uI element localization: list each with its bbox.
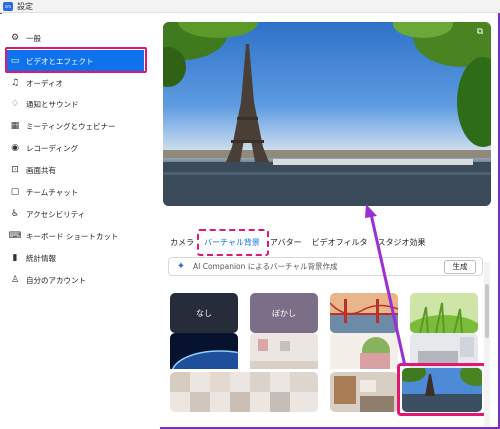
gear-icon: ⚙	[10, 33, 20, 43]
tab-video-filter[interactable]: ビデオフィルタ	[312, 237, 368, 248]
ai-sparkle-icon: ✦	[176, 260, 186, 272]
sidebar-item-label: 一般	[26, 33, 41, 43]
sidebar-item-account[interactable]: ♙ 自分のアカウント	[10, 271, 145, 289]
room-2-image	[330, 333, 398, 369]
expand-icon[interactable]: ⧉	[475, 27, 485, 37]
sidebar-item-label: アクセシビリティ	[26, 209, 86, 219]
sidebar-item-label: チームチャット	[26, 187, 79, 197]
background-tile-earth[interactable]	[170, 333, 238, 373]
chat-icon: ▢	[10, 187, 20, 197]
meeting-icon: ▦	[10, 121, 20, 131]
record-icon: ◉	[11, 143, 19, 153]
tab-studio-effects[interactable]: スタジオ効果	[377, 237, 425, 248]
sidebar-item-label: オーディオ	[26, 78, 63, 88]
generate-button[interactable]: 生成	[444, 260, 476, 274]
annotation-selected-highlight	[397, 363, 487, 416]
sidebar-item-notifications[interactable]: ♢ 通知とサウンド	[10, 95, 145, 113]
window-title: 設定	[17, 2, 33, 11]
sidebar-item-label: ミーティングとウェビナー	[26, 121, 116, 131]
app-logo: zm	[3, 2, 13, 11]
sidebar-item-label: キーボード ショートカット	[26, 231, 119, 241]
scrollbar-thumb[interactable]	[485, 284, 489, 338]
background-tile-mosaic[interactable]	[170, 372, 318, 412]
tab-camera[interactable]: カメラ	[170, 237, 194, 248]
accessibility-icon: ♿	[10, 209, 20, 219]
stats-icon: ▮	[12, 253, 18, 263]
sidebar-item-recording[interactable]: ◉ レコーディング	[10, 139, 145, 157]
sidebar-item-label: 画面共有	[26, 165, 56, 175]
mosaic-image	[170, 372, 318, 412]
scrollbar[interactable]	[484, 262, 490, 427]
title-bar: zm 設定	[0, 0, 500, 13]
sidebar-item-audio[interactable]: ♫ オーディオ	[10, 74, 145, 92]
grass-image	[410, 293, 478, 333]
background-tile-bookshelf-room[interactable]	[330, 372, 398, 412]
tab-avatar[interactable]: アバター	[270, 237, 302, 248]
bell-icon: ♢	[10, 99, 20, 109]
background-tile-grass[interactable]	[410, 293, 478, 333]
share-screen-icon: ⊡	[11, 165, 19, 175]
sidebar-item-meetings[interactable]: ▦ ミーティングとウェビナー	[10, 117, 145, 135]
sidebar-item-label: 通知とサウンド	[26, 99, 79, 109]
sidebar-item-team-chat[interactable]: ▢ チームチャット	[10, 183, 145, 201]
background-tile-golden-gate[interactable]	[330, 293, 398, 333]
bookshelf-room-image	[330, 372, 398, 412]
sidebar-item-accessibility[interactable]: ♿ アクセシビリティ	[10, 205, 145, 223]
golden-gate-image	[330, 293, 398, 333]
earth-image	[170, 333, 238, 373]
sidebar-item-statistics[interactable]: ▮ 統計情報	[10, 249, 145, 267]
sidebar-item-label: レコーディング	[26, 143, 78, 153]
ai-companion-bar[interactable]: ✦ AI Companion によるバーチャル背景作成 生成	[168, 257, 483, 276]
ai-companion-text: AI Companion によるバーチャル背景作成	[193, 262, 338, 271]
background-tile-blur[interactable]: ぼかし	[250, 293, 318, 333]
annotation-sidebar-highlight	[5, 47, 147, 73]
tile-label: ぼかし	[272, 308, 296, 318]
sidebar-item-screen-share[interactable]: ⊡ 画面共有	[10, 161, 145, 179]
background-tile-none[interactable]: なし	[170, 293, 238, 333]
river	[163, 162, 491, 206]
account-icon: ♙	[10, 275, 20, 285]
sidebar-item-general[interactable]: ⚙ 一般	[10, 29, 145, 47]
background-tile-room-1[interactable]	[250, 333, 318, 373]
headphones-icon: ♫	[10, 78, 20, 88]
eiffel-scene	[163, 22, 491, 206]
keyboard-icon: ⌨	[8, 231, 22, 241]
sidebar-item-label: 自分のアカウント	[26, 275, 86, 285]
eiffel-tower	[226, 44, 269, 162]
sidebar-item-keyboard-shortcuts[interactable]: ⌨ キーボード ショートカット	[8, 227, 145, 245]
sidebar-item-label: 統計情報	[26, 253, 56, 263]
room-1-image	[250, 333, 318, 369]
video-preview: ⧉	[163, 22, 491, 206]
annotation-tab-highlight	[197, 229, 269, 256]
sidebar: ⚙ 一般 ▭ ビデオとエフェクト ♫ オーディオ ♢ 通知とサウンド ▦ ミーテ…	[0, 14, 160, 429]
background-tile-room-2[interactable]	[330, 333, 398, 373]
tile-label: なし	[196, 308, 212, 318]
